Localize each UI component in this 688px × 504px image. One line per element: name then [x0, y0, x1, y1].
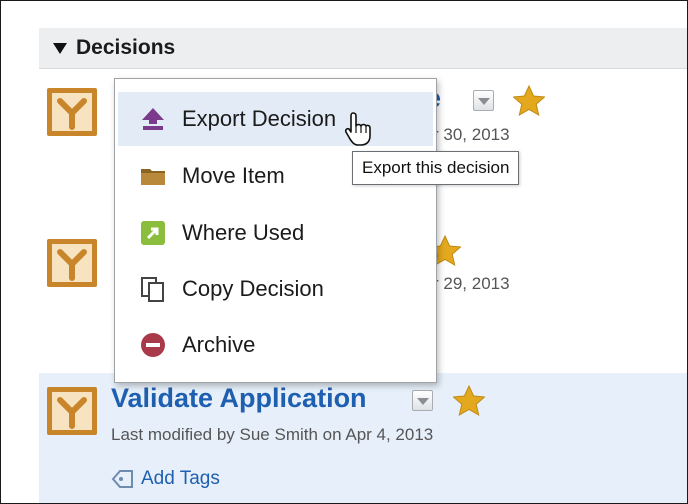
add-tags-link[interactable]: Add Tags: [111, 468, 220, 490]
menu-item-archive[interactable]: Archive: [118, 318, 433, 372]
decision-icon: [47, 88, 97, 136]
folder-icon: [141, 169, 165, 185]
decisions-panel: Decisions te r 30, 2013 r 29, 2013: [0, 0, 688, 504]
menu-item-copy-decision[interactable]: Copy Decision: [118, 262, 433, 316]
archive-icon: [141, 333, 165, 357]
menu-item-label: Where Used: [182, 220, 305, 245]
item-context-menu: Export Decision Move Item Where Used Cop…: [114, 78, 437, 383]
decision-icon: [47, 239, 97, 287]
hand-cursor-icon: [344, 112, 371, 146]
add-tags-label[interactable]: Add Tags: [141, 468, 220, 490]
menu-item-label: Copy Decision: [182, 276, 324, 301]
favorite-star-icon[interactable]: [513, 85, 545, 117]
item-menu-dropdown-button[interactable]: [473, 90, 494, 111]
export-icon: [142, 108, 164, 130]
copy-icon: [141, 277, 164, 302]
collapse-caret-icon[interactable]: [53, 42, 67, 54]
item-menu-dropdown-button[interactable]: [412, 390, 433, 411]
decision-icon: [47, 387, 97, 435]
tag-icon: [111, 470, 133, 488]
item-date: r 29, 2013: [433, 274, 510, 293]
item-last-modified: Last modified by Sue Smith on Apr 4, 201…: [111, 425, 434, 444]
export-tooltip: Export this decision: [352, 151, 520, 185]
list-item-validate-application[interactable]: Validate Application Last modified by Su…: [39, 373, 687, 503]
menu-item-label: Export Decision: [182, 106, 337, 131]
favorite-star-icon[interactable]: [453, 385, 485, 417]
menu-item-label: Move Item: [182, 163, 285, 188]
section-title: Decisions: [76, 36, 176, 59]
item-title-link[interactable]: Validate Application: [111, 383, 367, 414]
item-date: r 30, 2013: [433, 125, 510, 144]
menu-item-export-decision[interactable]: Export Decision: [118, 92, 433, 146]
menu-item-where-used[interactable]: Where Used: [118, 206, 433, 260]
where-used-icon: [141, 221, 165, 245]
decisions-section-header[interactable]: Decisions: [39, 28, 687, 69]
menu-item-label: Archive: [182, 332, 256, 357]
